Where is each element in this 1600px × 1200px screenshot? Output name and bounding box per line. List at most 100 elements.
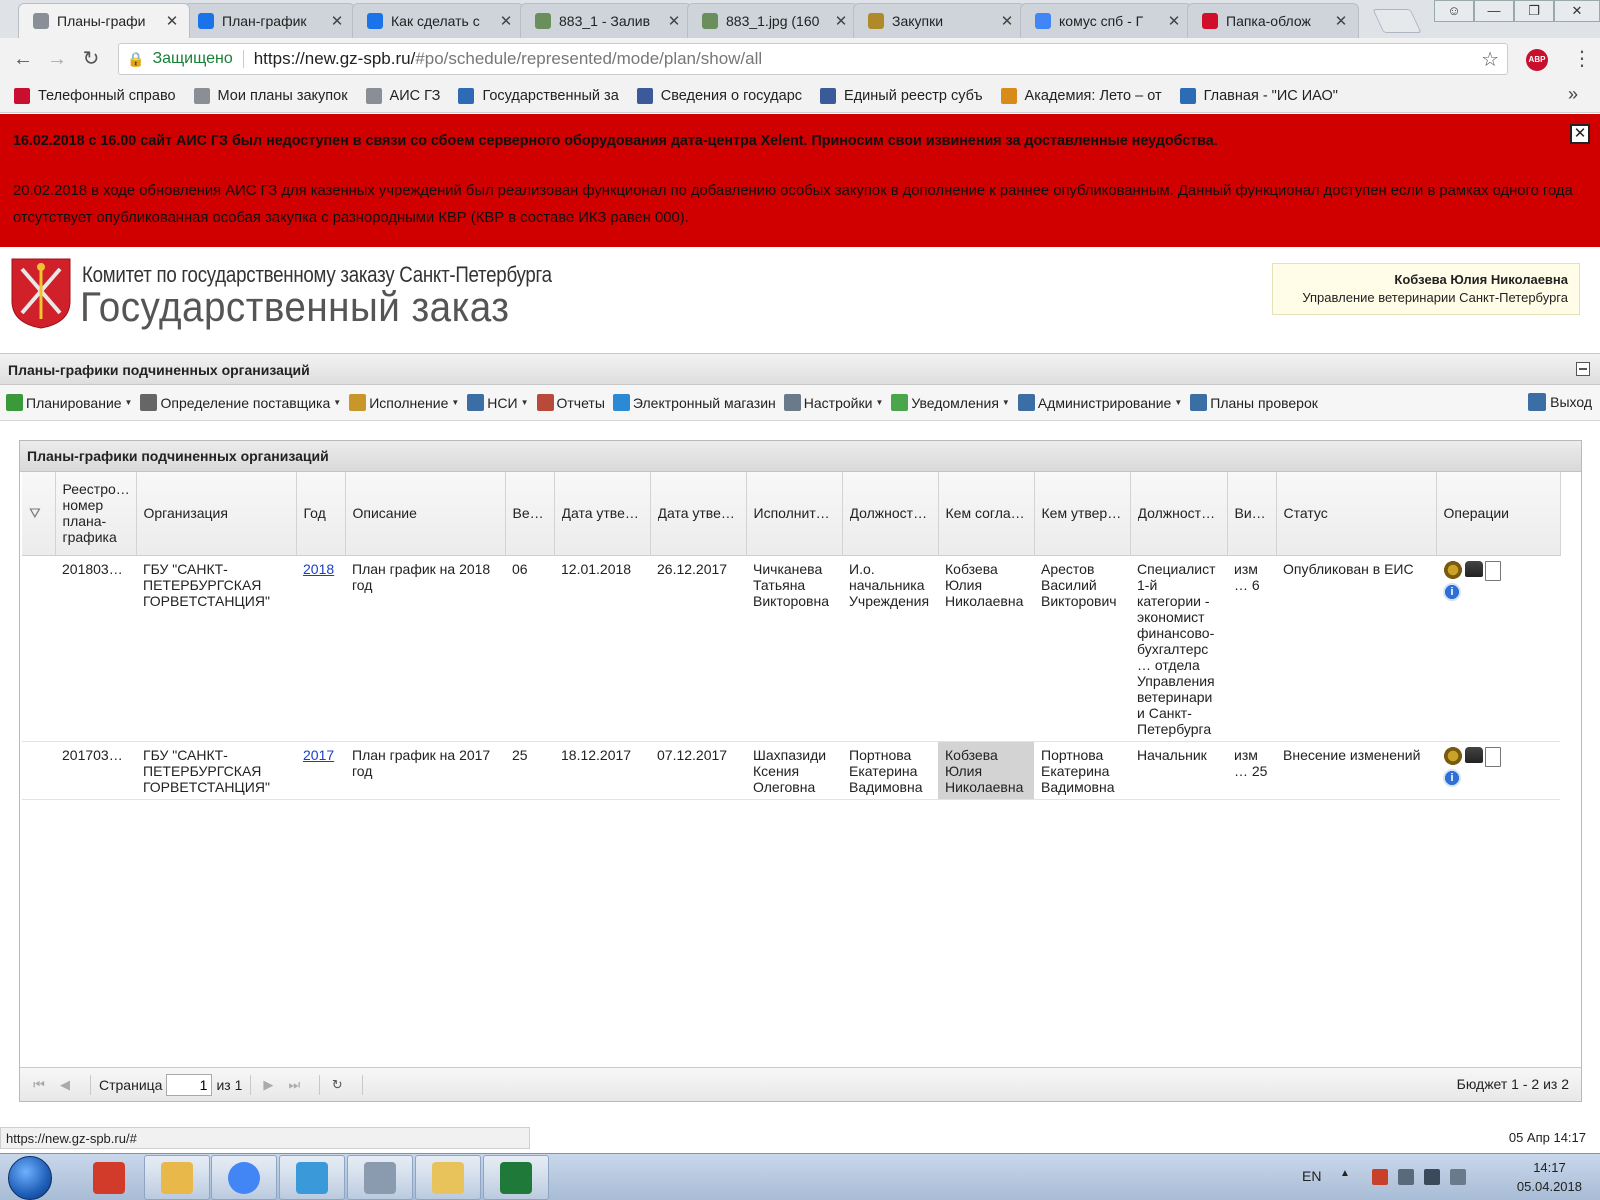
first-page-icon[interactable]: ⏮ [30,1076,48,1094]
tab-close-icon[interactable]: ✕ [834,12,848,30]
row-select-cell[interactable] [22,741,55,800]
table-row[interactable]: 2017037… ГБУ "САНКТ-ПЕТЕРБУРГСКАЯ ГОРВЕТС… [22,741,1560,800]
page-number-input[interactable] [166,1073,213,1096]
taskbar-app-explorer[interactable] [415,1155,481,1200]
browser-tab[interactable]: комус спб - Г ✕ [1020,3,1192,38]
row-select-cell[interactable] [22,555,55,742]
close-window-button[interactable]: ✕ [1554,0,1600,22]
info-icon[interactable]: i [1443,768,1461,787]
taskbar-clock[interactable]: 14:17 05.04.2018 [1517,1158,1582,1196]
url-input[interactable]: 🔒 Защищено https://new.gz-spb.ru/#po/sch… [118,43,1508,75]
notice-close-button[interactable]: ✕ [1570,124,1590,144]
view-icon[interactable] [1465,746,1483,763]
bookmark-item[interactable]: Единый реестр субъ [820,88,983,104]
bookmark-item[interactable]: Главная - "ИС ИАО" [1179,88,1338,104]
info-icon[interactable]: i [1443,582,1461,601]
column-header[interactable]: Операции [1436,472,1561,556]
document-icon[interactable] [1485,560,1501,581]
language-indicator[interactable]: EN [1302,1168,1321,1184]
browser-tab[interactable]: Закупки ✕ [853,3,1025,38]
tab-close-icon[interactable]: ✕ [165,12,179,30]
new-tab-button[interactable] [1372,9,1422,33]
taskbar-app-outlook[interactable] [144,1155,210,1200]
refresh-icon[interactable]: ↻ [328,1076,346,1094]
column-header[interactable]: Дата утвер… [554,472,651,556]
column-header[interactable]: Ве… [505,472,555,556]
forward-icon[interactable]: → [44,46,70,72]
tray-expand-icon[interactable]: ▲ [1340,1168,1350,1179]
taskbar-app-chrome[interactable] [211,1155,277,1200]
tab-close-icon[interactable]: ✕ [499,12,513,30]
filter-column-header[interactable]: ⛛ [22,472,56,556]
column-header[interactable]: Должность… [1130,472,1228,556]
tray-usb-icon[interactable] [1398,1169,1414,1185]
back-icon[interactable]: ← [10,46,36,72]
year-link[interactable]: 2017 [303,747,334,763]
bookmark-item[interactable]: АИС ГЗ [365,88,440,104]
bookmark-item[interactable]: Мои планы закупок [193,88,348,104]
tray-volume-icon[interactable] [1450,1169,1466,1185]
menu-item[interactable]: Определение поставщика ▼ [140,394,341,411]
eagle-icon[interactable] [1443,746,1463,767]
year-link[interactable]: 2018 [303,561,334,577]
tab-close-icon[interactable]: ✕ [667,12,681,30]
tray-network-icon[interactable] [1424,1169,1440,1185]
column-header[interactable]: Должность… [842,472,939,556]
collapse-icon[interactable] [1576,362,1590,376]
tray-app-icon[interactable] [1372,1169,1388,1185]
menu-item[interactable]: Уведомления ▼ [891,394,1010,411]
bookmark-item[interactable]: Сведения о государс [636,88,802,104]
document-icon[interactable] [1485,746,1501,767]
bookmark-star-icon[interactable]: ☆ [1481,47,1499,72]
tab-close-icon[interactable]: ✕ [1167,12,1181,30]
bookmark-item[interactable]: Государственный за [458,88,619,104]
table-row[interactable]: 2018037… ГБУ "САНКТ-ПЕТЕРБУРГСКАЯ ГОРВЕТС… [22,555,1560,742]
view-icon[interactable] [1465,560,1483,577]
menu-item[interactable]: Настройки ▼ [783,394,883,411]
bookmark-item[interactable]: Телефонный справо [14,88,176,104]
browser-tab[interactable]: План-график ✕ [183,3,355,38]
browser-tab[interactable]: Планы-графи ✕ [18,3,190,38]
menu-item[interactable]: Исполнение ▼ [349,394,459,411]
column-header[interactable]: Описание [345,472,506,556]
tab-close-icon[interactable]: ✕ [1000,12,1014,30]
menu-item[interactable]: Планы проверок [1190,394,1318,411]
tab-close-icon[interactable]: ✕ [330,12,344,30]
logout-button[interactable]: Выход [1528,393,1592,411]
browser-tab[interactable]: 883_1 - Залив ✕ [520,3,692,38]
menu-item[interactable]: Электронный магазин [612,394,776,411]
minimize-button[interactable]: — [1474,0,1514,22]
column-header[interactable]: Год [296,472,346,556]
menu-item[interactable]: Администрирование ▼ [1017,394,1182,411]
reload-icon[interactable]: ↻ [78,46,104,72]
taskbar-app-ccleaner[interactable] [76,1155,142,1200]
start-button[interactable] [8,1156,52,1200]
column-header[interactable]: Кем соглас… [938,472,1035,556]
column-header[interactable]: Исполнитель [746,472,843,556]
column-header[interactable]: Кем утвер… [1034,472,1131,556]
prev-page-icon[interactable]: ◀ [56,1076,74,1094]
menu-item[interactable]: Отчеты [536,394,605,411]
filter-icon[interactable]: ⛛ [29,505,41,521]
last-page-icon[interactable]: ⏭ [285,1076,303,1094]
profile-icon[interactable]: ☺ [1434,0,1474,22]
browser-menu-icon[interactable]: ⋮ [1572,46,1592,71]
column-header[interactable]: Статус [1276,472,1437,556]
browser-tab[interactable]: Как сделать с ✕ [352,3,524,38]
adblock-icon[interactable]: ABP [1526,49,1548,71]
taskbar-app-ie[interactable] [279,1155,345,1200]
browser-tab[interactable]: Папка-облож ✕ [1187,3,1359,38]
next-page-icon[interactable]: ▶ [259,1076,277,1094]
maximize-button[interactable]: ❐ [1514,0,1554,22]
bookmarks-overflow-button[interactable]: » [1568,84,1578,105]
menu-item[interactable]: Планирование ▼ [6,394,132,411]
tab-close-icon[interactable]: ✕ [1334,12,1348,30]
column-header[interactable]: Дата утвер… [650,472,747,556]
menu-item[interactable]: НСИ ▼ [467,394,529,411]
eagle-icon[interactable] [1443,560,1463,581]
column-header[interactable]: Реестро… номер плана-графика [55,472,137,556]
column-header[interactable]: Ви… [1227,472,1277,556]
url-text[interactable]: https://new.gz-spb.ru/#po/schedule/repre… [254,49,762,69]
taskbar-app-calculator[interactable] [347,1155,413,1200]
browser-tab[interactable]: 883_1.jpg (160 ✕ [687,3,859,38]
